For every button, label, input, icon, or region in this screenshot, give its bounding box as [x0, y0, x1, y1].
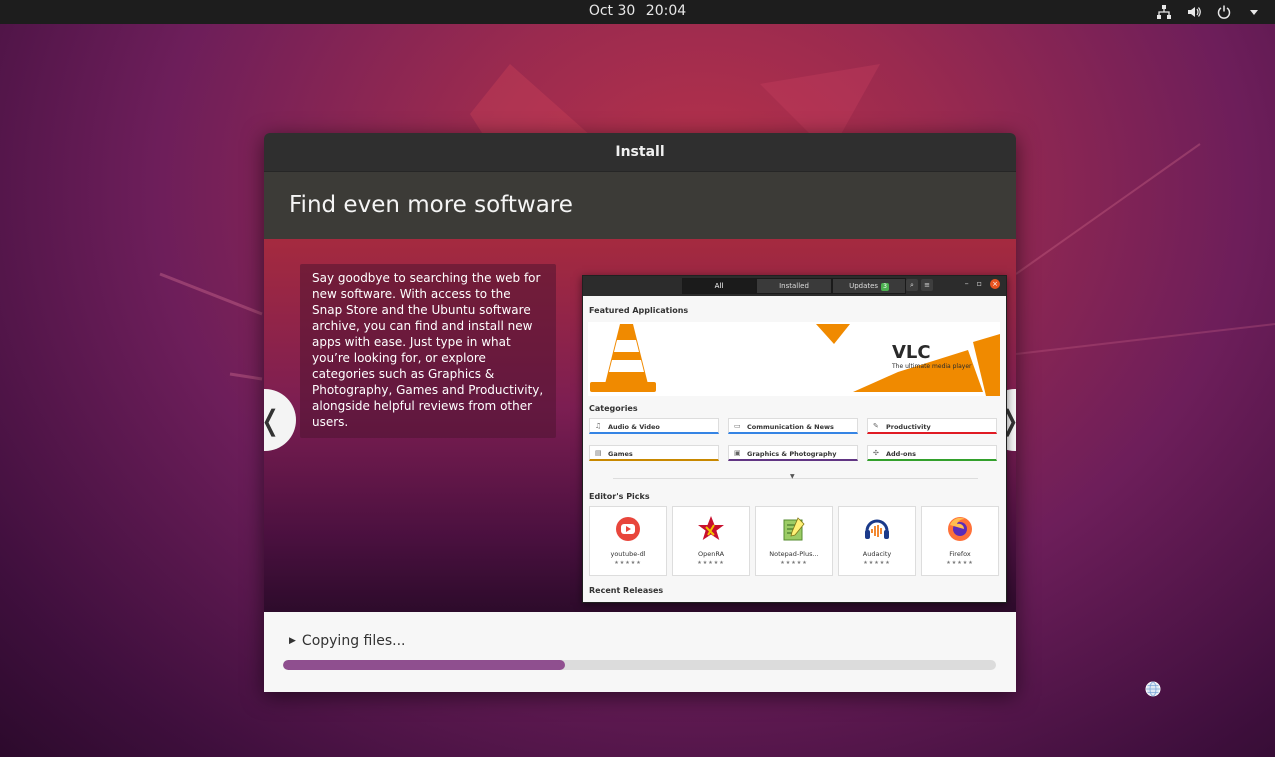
- installer-window: Install Find even more software Say good…: [264, 133, 1016, 692]
- featured-banner: VLC The ultimate media player: [588, 322, 1000, 396]
- vlc-cone-icon: [590, 324, 1000, 396]
- pick-name: Notepad-Plus...: [769, 550, 819, 558]
- pick-youtube-dl: youtube-dl ★★★★★: [589, 506, 667, 576]
- category-graphics: ▣ Graphics & Photography: [728, 445, 858, 461]
- gamepad-icon: ▤: [595, 449, 602, 457]
- category-add-ons: ✣ Add-ons: [867, 445, 997, 461]
- pick-stars: ★★★★★: [863, 560, 891, 566]
- slide-heading: Find even more software: [264, 172, 1016, 239]
- banner-app-name: VLC: [892, 342, 931, 363]
- software-window-controls: – ▫ ×: [965, 279, 1000, 289]
- pick-stars: ★★★★★: [946, 560, 974, 566]
- category-label: Add-ons: [886, 450, 916, 458]
- puzzle-icon: ✣: [873, 449, 879, 457]
- clock[interactable]: Oct 30 20:04: [0, 3, 1275, 19]
- pick-stars: ★★★★★: [614, 560, 642, 566]
- banner-tagline: The ultimate media player: [892, 363, 972, 370]
- chat-icon: ▭: [734, 422, 741, 430]
- divider: [613, 478, 978, 479]
- slide-description: Say goodbye to searching the web for new…: [300, 264, 556, 438]
- category-label: Communication & News: [747, 423, 834, 431]
- editors-picks-title: Editor's Picks: [589, 492, 650, 501]
- expand-chevron-icon: ▼: [790, 473, 795, 480]
- minimize-icon: –: [964, 279, 969, 288]
- window-title: Install: [264, 133, 1016, 172]
- expand-triangle-icon[interactable]: ▶: [289, 636, 296, 646]
- system-tray[interactable]: [1155, 2, 1263, 22]
- volume-icon[interactable]: [1185, 3, 1203, 21]
- tab-updates-label: Updates: [849, 282, 879, 290]
- tab-installed: Installed: [756, 278, 832, 294]
- progress-bar-fill: [283, 660, 566, 670]
- globe-icon[interactable]: [1145, 681, 1161, 697]
- firefox-icon: [948, 517, 972, 541]
- install-status[interactable]: ▶ Copying files...: [289, 633, 406, 649]
- image-icon: ▣: [734, 449, 741, 457]
- featured-title: Featured Applications: [589, 306, 689, 315]
- clock-time: 20:04: [645, 3, 687, 19]
- audacity-icon: [865, 519, 889, 539]
- category-label: Audio & Video: [608, 423, 660, 431]
- search-icon: ⌕: [906, 279, 918, 291]
- pick-openra: OpenRA ★★★★★: [672, 506, 750, 576]
- close-icon: ×: [990, 279, 1000, 289]
- openra-icon: [698, 516, 724, 540]
- software-tabs: All Installed Updates 3: [682, 278, 906, 294]
- pick-stars: ★★★★★: [780, 560, 808, 566]
- pick-name: youtube-dl: [610, 550, 646, 558]
- software-header-icons: ⌕ ≡: [906, 279, 933, 291]
- category-label: Productivity: [886, 423, 931, 431]
- youtube-dl-icon: [616, 517, 640, 541]
- chevron-left-icon: ❬: [264, 404, 282, 437]
- updates-badge: 3: [881, 283, 889, 291]
- tab-all-label: All: [714, 282, 724, 290]
- pick-notepad-plus: Notepad-Plus... ★★★★★: [755, 506, 833, 576]
- pick-stars: ★★★★★: [697, 560, 725, 566]
- notepad-plus-icon: [783, 517, 805, 541]
- category-productivity: ✎ Productivity: [867, 418, 997, 434]
- category-audio-video: ♫ Audio & Video: [589, 418, 719, 434]
- tab-updates: Updates 3: [832, 278, 906, 294]
- category-label: Graphics & Photography: [747, 450, 837, 458]
- status-text: Copying files...: [301, 633, 406, 649]
- menu-icon: ≡: [921, 279, 933, 291]
- slideshow: Say goodbye to searching the web for new…: [264, 239, 1016, 612]
- pick-name: Audacity: [862, 550, 892, 558]
- progress-section: ▶ Copying files...: [264, 612, 1016, 692]
- software-center-preview: All Installed Updates 3 ⌕ ≡ – ▫ × Feature…: [582, 275, 1007, 603]
- edit-icon: ✎: [873, 422, 879, 430]
- software-header-bar: All Installed Updates 3 ⌕ ≡ – ▫ ×: [583, 276, 1006, 296]
- category-label: Games: [608, 450, 633, 458]
- maximize-icon: ▫: [976, 279, 982, 288]
- previous-slide-button[interactable]: ❬: [264, 389, 296, 451]
- tab-installed-label: Installed: [779, 282, 809, 290]
- category-games: ▤ Games: [589, 445, 719, 461]
- top-bar: Oct 30 20:04: [0, 0, 1275, 24]
- network-icon[interactable]: [1155, 3, 1173, 21]
- pick-name: Firefox: [949, 550, 971, 558]
- pick-firefox: Firefox ★★★★★: [921, 506, 999, 576]
- power-icon[interactable]: [1215, 3, 1233, 21]
- recent-releases-title: Recent Releases: [589, 586, 664, 595]
- install-progress-bar: [283, 660, 996, 670]
- category-communication: ▭ Communication & News: [728, 418, 858, 434]
- tab-all: All: [682, 278, 756, 294]
- chevron-down-icon[interactable]: [1245, 3, 1263, 21]
- music-note-icon: ♫: [595, 422, 602, 430]
- pick-name: OpenRA: [697, 550, 725, 558]
- clock-date: Oct 30: [588, 3, 636, 19]
- categories-title: Categories: [589, 404, 638, 413]
- pick-audacity: Audacity ★★★★★: [838, 506, 916, 576]
